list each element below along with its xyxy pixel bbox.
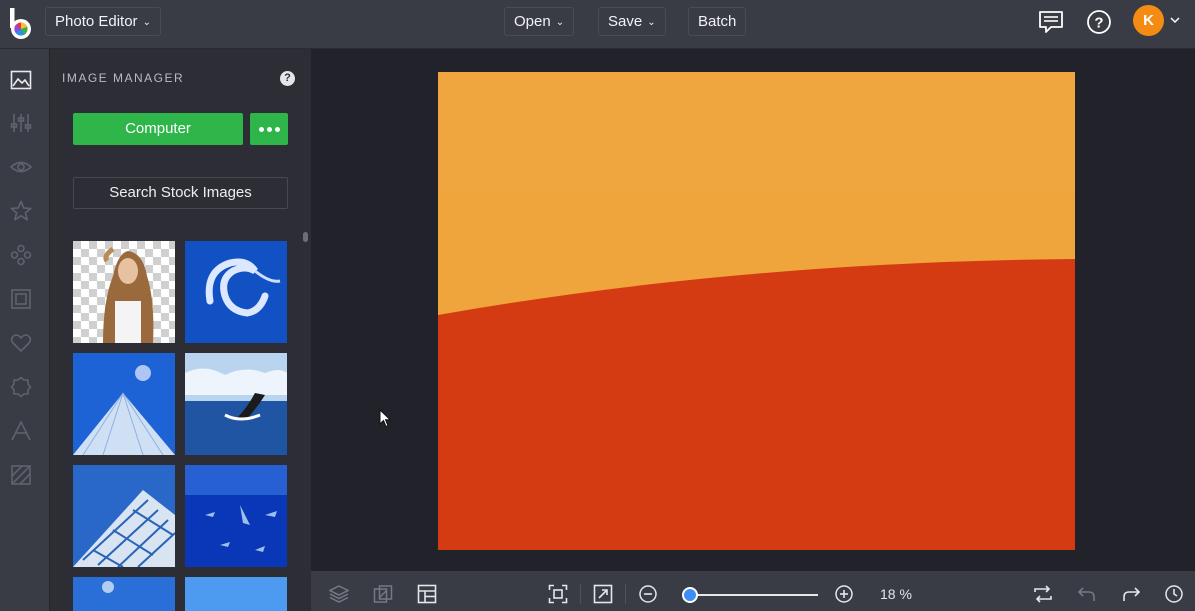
frame-icon[interactable] [10, 288, 32, 310]
layout-icon[interactable] [417, 584, 437, 604]
zoom-slider-handle[interactable] [681, 587, 698, 603]
zoom-out-icon[interactable] [638, 584, 658, 604]
zoom-in-icon[interactable] [834, 584, 854, 604]
top-bar: Photo Editor ⌄ Open ⌄ Save ⌄ Batch ? K [0, 0, 1195, 49]
chevron-down-icon: ⌄ [647, 17, 656, 28]
chevron-down-icon: ⌄ [555, 17, 565, 28]
texture-icon[interactable] [10, 464, 32, 486]
open-menu-label: Open [514, 13, 551, 30]
image-manager-panel: IMAGE MANAGER ? Computer Search Stock Im… [49, 49, 311, 611]
tool-rail [0, 49, 49, 611]
text-icon[interactable] [10, 420, 32, 442]
batch-button-label: Batch [698, 13, 737, 30]
open-menu-button[interactable]: Open ⌄ [504, 7, 575, 36]
thumbnail-blue-sky-1[interactable] [73, 577, 175, 611]
eye-icon[interactable] [10, 156, 32, 178]
star-icon[interactable] [10, 200, 32, 222]
divider [580, 584, 581, 604]
redo-icon[interactable] [1121, 584, 1141, 604]
chevron-down-icon[interactable] [1170, 15, 1180, 25]
save-menu-button[interactable]: Save ⌄ [598, 7, 666, 36]
app-selector-label: Photo Editor [55, 13, 138, 30]
thumbnail-jellyfish[interactable] [185, 241, 287, 343]
thumbnail-glass-building-sky[interactable] [73, 353, 175, 455]
chevron-down-icon: ⌄ [142, 17, 151, 28]
zoom-slider-track[interactable] [683, 594, 818, 596]
thumbnail-glass-facade[interactable] [73, 465, 175, 567]
graphics-icon[interactable] [10, 244, 32, 266]
zoom-percentage[interactable]: 18 % [880, 586, 912, 602]
flip-icon[interactable] [1033, 584, 1053, 604]
computer-upload-button[interactable]: Computer [73, 113, 243, 145]
badge-icon[interactable] [10, 376, 32, 398]
layers-icon[interactable] [329, 584, 349, 604]
more-sources-button[interactable] [250, 113, 288, 145]
heart-icon[interactable] [10, 332, 32, 354]
canvas-area[interactable] [311, 49, 1195, 571]
fit-to-screen-icon[interactable] [548, 584, 568, 604]
image-manager-icon[interactable] [10, 69, 32, 91]
thumbnail-whale-tail[interactable] [185, 353, 287, 455]
more-dots-icon [259, 127, 264, 132]
canvas-photo[interactable] [438, 72, 1075, 550]
bottom-bar: 18 % [311, 571, 1195, 611]
actual-size-icon[interactable] [593, 584, 613, 604]
history-icon[interactable] [1164, 584, 1184, 604]
svg-text:?: ? [1094, 15, 1103, 32]
adjust-sliders-icon[interactable] [10, 112, 32, 134]
avatar[interactable]: K [1133, 5, 1164, 36]
compare-icon[interactable] [373, 584, 393, 604]
comments-icon[interactable] [1038, 9, 1064, 35]
panel-scrollbar[interactable] [303, 232, 308, 242]
panel-help-icon[interactable]: ? [280, 71, 295, 86]
search-stock-images-button[interactable]: Search Stock Images [73, 177, 288, 209]
panel-title: IMAGE MANAGER [62, 71, 185, 85]
mouse-cursor-icon [379, 409, 391, 428]
thumbnail-blue-sky-2[interactable] [185, 577, 287, 611]
thumbnail-shark-school[interactable] [185, 465, 287, 567]
batch-button[interactable]: Batch [688, 7, 747, 36]
divider [625, 584, 626, 604]
befunky-logo-icon[interactable] [6, 6, 36, 40]
thumbnail-woman-transparent[interactable] [73, 241, 175, 343]
help-icon[interactable]: ? [1086, 9, 1112, 35]
app-selector-dropdown[interactable]: Photo Editor ⌄ [45, 7, 161, 36]
save-menu-label: Save [608, 13, 643, 30]
undo-icon[interactable] [1077, 584, 1097, 604]
